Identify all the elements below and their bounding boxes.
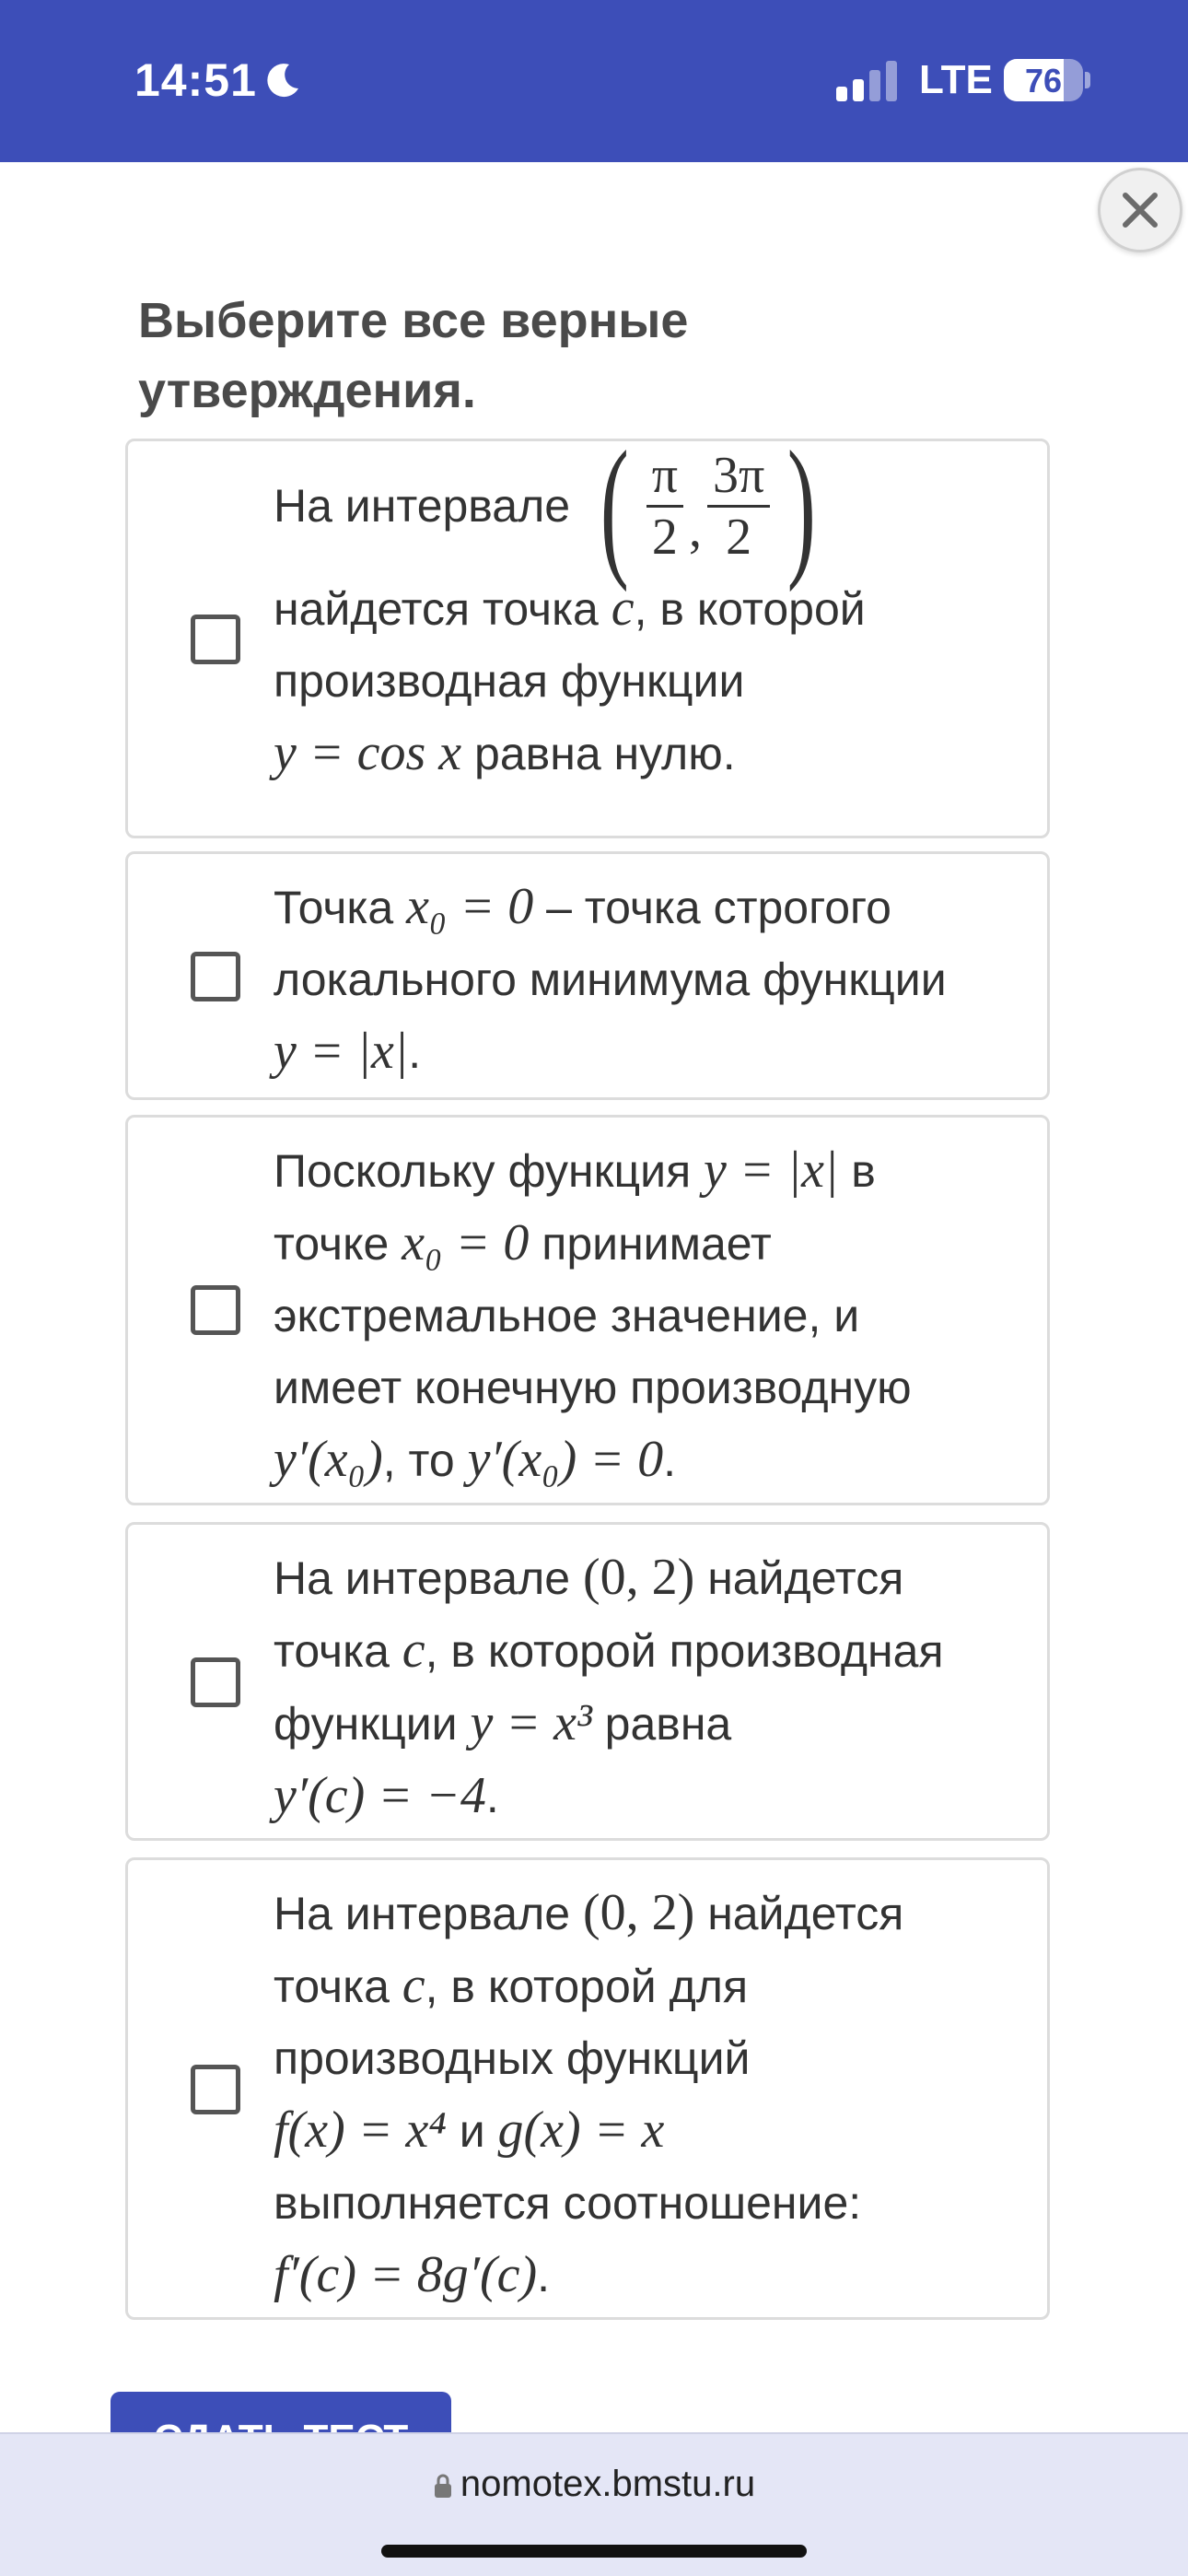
battery-level: 76 bbox=[1024, 62, 1063, 100]
option-3-l2a: точке bbox=[274, 1218, 402, 1270]
option-3-l4: имеет конечную производную bbox=[274, 1362, 912, 1413]
option-4-formula-3: y = x³ bbox=[470, 1694, 592, 1751]
option-2-formula-1: x₀ = 0 bbox=[406, 878, 534, 935]
option-4-formula-2: c bbox=[402, 1622, 425, 1679]
option-5-l1a: На интервале bbox=[274, 1888, 583, 1939]
option-4-checkbox[interactable] bbox=[191, 1657, 240, 1707]
option-4-formula-1: (0, 2) bbox=[583, 1549, 695, 1606]
option-5-formula-4: g(x) = x bbox=[497, 2102, 665, 2159]
network-type: LTE bbox=[919, 57, 993, 102]
option-3-l5c: . bbox=[663, 1434, 676, 1486]
option-1-line2a: найдется точка bbox=[274, 583, 611, 635]
option-4-l3b: равна bbox=[591, 1698, 732, 1750]
moon-icon bbox=[267, 64, 298, 98]
interval-a-numerator: π bbox=[646, 446, 684, 508]
option-3-text: Поскольку функция y = |x| в точке x₀ = 0… bbox=[274, 1134, 1019, 1496]
option-1-intro: На интервале bbox=[274, 480, 571, 532]
option-5-l1b: найдется bbox=[694, 1888, 904, 1939]
option-5-formula-1: (0, 2) bbox=[583, 1884, 695, 1941]
option-4-l4b: . bbox=[485, 1771, 499, 1822]
answer-option-5[interactable]: На интервале (0, 2) найдется точка c, в … bbox=[125, 1857, 1050, 2320]
answer-option-3[interactable]: Поскольку функция y = |x| в точке x₀ = 0… bbox=[125, 1115, 1050, 1505]
option-2-formula-2: y = |x| bbox=[274, 1023, 409, 1080]
url-text: nomotex.bmstu.ru bbox=[460, 2464, 756, 2504]
answer-option-1[interactable]: На интервале ( π2 , 3π 2 ) найдется точка… bbox=[125, 427, 1050, 838]
option-3-formula-4: y′(x₀) = 0 bbox=[467, 1431, 664, 1488]
option-5-formula-5: f′(c) = 8g′(c) bbox=[274, 2246, 538, 2303]
interval-b-denominator: 2 bbox=[726, 508, 752, 566]
option-1-line3: производная функции bbox=[274, 655, 745, 707]
signal-icon bbox=[836, 61, 901, 101]
interval-a-denominator: 2 bbox=[651, 508, 678, 566]
option-5-l5: выполняется соотношение: bbox=[274, 2177, 862, 2229]
option-3-l3: экстремальное значение, и bbox=[274, 1290, 860, 1341]
option-4-l2b: , в которой производная bbox=[425, 1625, 944, 1677]
option-1-text: На интервале ( π2 , 3π 2 ) найдется точка… bbox=[274, 427, 1019, 790]
option-1-line2b: , в которой bbox=[634, 583, 866, 635]
interval-b-numerator: 3π bbox=[707, 446, 771, 508]
status-bar: 14:51 LTE 76 bbox=[0, 0, 1188, 162]
browser-address-bar[interactable]: nomotex.bmstu.ru bbox=[0, 2432, 1188, 2576]
option-3-l1b: в bbox=[838, 1145, 876, 1197]
option-3-l5b: , то bbox=[382, 1434, 468, 1486]
option-4-l3a: функции bbox=[274, 1698, 471, 1750]
option-5-checkbox[interactable] bbox=[191, 2065, 240, 2114]
option-5-formula-3: f(x) = x⁴ bbox=[274, 2102, 447, 2159]
option-4-l1b: найдется bbox=[694, 1552, 904, 1604]
battery-tip bbox=[1085, 72, 1090, 88]
close-button[interactable] bbox=[1098, 168, 1182, 252]
close-icon bbox=[1123, 193, 1158, 228]
option-5-l4b: и bbox=[446, 2105, 498, 2157]
option-1-checkbox[interactable] bbox=[191, 615, 240, 664]
answer-option-2[interactable]: Точка x₀ = 0 – точка строгого локального… bbox=[125, 851, 1050, 1100]
answer-option-4[interactable]: На интервале (0, 2) найдется точка c, в … bbox=[125, 1522, 1050, 1841]
option-3-formula-3: y′(x₀) bbox=[274, 1431, 383, 1488]
option-3-l1a: Поскольку функция bbox=[274, 1145, 705, 1197]
option-2-text: Точка x₀ = 0 – точка строгого локального… bbox=[274, 871, 1019, 1088]
home-indicator[interactable] bbox=[381, 2545, 807, 2558]
status-time: 14:51 bbox=[134, 54, 257, 106]
option-3-checkbox[interactable] bbox=[191, 1285, 240, 1335]
option-5-l6b: . bbox=[537, 2250, 551, 2301]
option-2-checkbox[interactable] bbox=[191, 952, 240, 1001]
option-1-line4: равна нулю. bbox=[461, 728, 736, 779]
url-row[interactable]: nomotex.bmstu.ru bbox=[0, 2464, 1188, 2505]
option-5-l2b: , в которой для bbox=[425, 1961, 749, 2012]
option-2-l2: локального минимума функции bbox=[274, 954, 947, 1005]
option-4-l1a: На интервале bbox=[274, 1552, 583, 1604]
option-4-l2a: точка bbox=[274, 1625, 402, 1677]
option-3-formula-1: y = |x| bbox=[704, 1142, 839, 1199]
option-2-l1a: Точка bbox=[274, 882, 407, 933]
option-3-formula-2: x₀ = 0 bbox=[402, 1214, 530, 1271]
option-1-interval: ( π2 , 3π 2 ) bbox=[600, 419, 817, 592]
question-title: Выберите все верные утверждения. bbox=[138, 293, 689, 418]
option-5-text: На интервале (0, 2) найдется точка c, в … bbox=[274, 1877, 1019, 2312]
option-4-formula-4: y′(c) = −4 bbox=[274, 1767, 486, 1824]
option-1-formula: y = cos x bbox=[274, 724, 462, 781]
option-5-l3: производных функций bbox=[274, 2032, 751, 2084]
option-4-text: На интервале (0, 2) найдется точка c, в … bbox=[274, 1541, 1019, 1832]
lock-icon bbox=[434, 2475, 451, 2499]
option-3-l2b: принимает bbox=[529, 1218, 772, 1270]
battery-icon: 76 bbox=[1004, 59, 1083, 101]
option-2-l1b: – точка строгого bbox=[533, 882, 891, 933]
option-5-formula-2: c bbox=[402, 1957, 425, 2014]
option-2-l3b: . bbox=[408, 1026, 422, 1078]
option-5-l2a: точка bbox=[274, 1961, 402, 2012]
